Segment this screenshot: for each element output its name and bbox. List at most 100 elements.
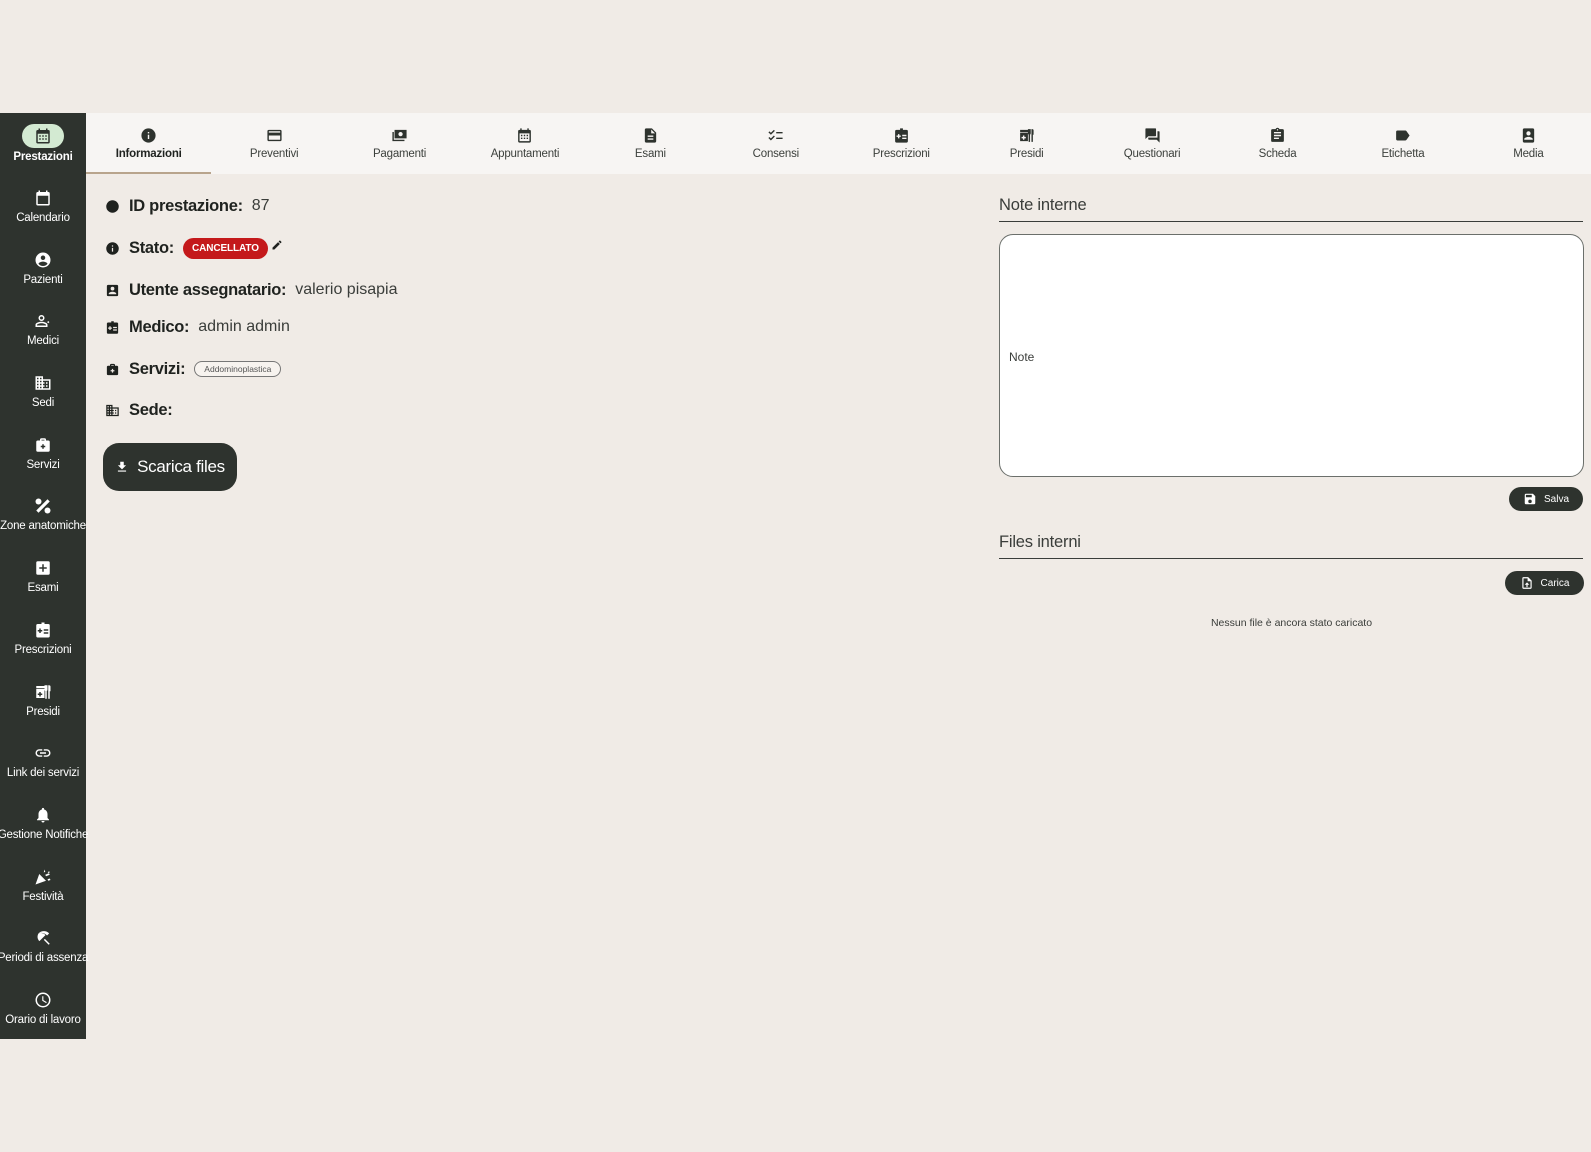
tab-label: Preventivi — [249, 148, 299, 160]
sede-label: Sede: — [129, 400, 173, 419]
id-row: ID prestazione: 87 — [104, 195, 270, 217]
stato-row: Stato: CANCELLATO — [104, 237, 283, 259]
sidebar-item-pazienti[interactable]: Pazienti — [0, 236, 86, 298]
servizi-label: Servizi: — [129, 359, 186, 378]
tab-label: Informazioni — [115, 148, 182, 160]
sidebar-item-link-servizi[interactable]: Link dei servizi — [0, 730, 86, 792]
sidebar-item-label: Periodi di assenza — [0, 952, 89, 965]
body-zones-icon — [32, 495, 54, 517]
notes-textarea[interactable]: Note — [999, 234, 1584, 477]
bell-icon — [32, 804, 54, 826]
sidebar-item-label: Gestione Notifiche — [0, 828, 89, 841]
sidebar-item-label: Zone anatomiche — [0, 520, 86, 533]
sidebar-item-esami[interactable]: Esami — [0, 545, 86, 607]
tab-label: Questionari — [1123, 148, 1181, 160]
tab-informazioni[interactable]: Informazioni — [86, 113, 212, 174]
sidebar-item-gestione-notifiche[interactable]: Gestione Notifiche — [0, 792, 89, 854]
tab-prescrizioni[interactable]: Prescrizioni — [839, 113, 964, 174]
tab-label: Prescrizioni — [872, 148, 930, 160]
medico-value: admin admin — [198, 318, 290, 335]
sidebar-item-prescrizioni[interactable]: Prescrizioni — [0, 607, 86, 669]
sidebar-item-label: Prescrizioni — [14, 643, 72, 656]
tab-label: Consensi — [752, 148, 800, 160]
info-icon — [141, 128, 156, 143]
id-label: ID prestazione: — [129, 196, 243, 215]
sidebar-item-sedi[interactable]: Sedi — [0, 360, 86, 422]
account-circle-icon — [32, 249, 54, 271]
servizi-row: Servizi: Addominoplastica — [104, 358, 282, 380]
label-icon — [1396, 130, 1411, 141]
save-button[interactable]: Salva — [1509, 487, 1583, 511]
sidebar-item-label: Pazienti — [23, 273, 63, 286]
sidebar-item-festivita[interactable]: Festività — [0, 853, 86, 915]
building-icon — [104, 402, 120, 418]
tab-label: Scheda — [1258, 148, 1297, 160]
sidebar-item-label: Servizi — [26, 458, 60, 471]
sidebar-item-calendario[interactable]: Calendario — [0, 175, 86, 237]
checklist-icon — [768, 129, 783, 141]
sede-row: Sede: — [104, 399, 181, 421]
sidebar-item-label: Calendario — [16, 212, 70, 225]
sidebar-item-presidi[interactable]: Presidi — [0, 668, 86, 730]
tab-questionari[interactable]: Questionari — [1089, 113, 1214, 174]
medical-supplies-icon — [32, 681, 54, 703]
tab-preventivi[interactable]: Preventivi — [211, 113, 336, 174]
medical-bag-icon — [104, 361, 120, 377]
tab-esami[interactable]: Esami — [588, 113, 713, 174]
prescription-icon — [894, 128, 908, 143]
tab-pagamenti[interactable]: Pagamenti — [337, 113, 462, 174]
sidebar-item-label: Prestazioni — [13, 151, 73, 164]
utente-row: Utente assegnatario: valerio pisapia — [104, 279, 398, 301]
medico-row: Medico: admin admin — [104, 316, 290, 338]
document-icon — [644, 128, 657, 143]
sidebar-item-zone-anatomiche[interactable]: Zone anatomiche — [0, 483, 86, 545]
notes-placeholder: Note — [1009, 350, 1035, 364]
prescription-icon — [32, 619, 54, 641]
sidebar-item-servizi[interactable]: Servizi — [0, 421, 86, 483]
building-icon — [32, 372, 54, 394]
save-label: Salva — [1543, 493, 1569, 505]
sidebar-item-label: Sedi — [31, 397, 55, 410]
tab-label: Media — [1513, 148, 1544, 160]
prescription-icon — [104, 319, 120, 335]
tab-label: Pagamenti — [372, 148, 427, 160]
tab-etichetta[interactable]: Etichetta — [1340, 113, 1465, 174]
tab-consensi[interactable]: Consensi — [713, 113, 838, 174]
account-box-icon — [104, 282, 120, 298]
sidebar-item-periodi-assenza[interactable]: Periodi di assenza — [0, 915, 89, 977]
download-files-button[interactable]: Scarica files — [103, 443, 237, 491]
sidebar-item-label: Link dei servizi — [6, 767, 80, 780]
circle-icon — [104, 198, 120, 214]
tab-label: Esami — [634, 148, 666, 160]
medical-bag-icon — [32, 434, 54, 456]
tab-presidi[interactable]: Presidi — [964, 113, 1089, 174]
pencil-icon[interactable] — [271, 238, 283, 250]
utente-value: valerio pisapia — [295, 281, 398, 298]
beach-umbrella-icon — [32, 927, 54, 949]
tab-label: Appuntamenti — [490, 148, 560, 160]
medical-supplies-icon — [1020, 129, 1034, 142]
sidebar-item-medici[interactable]: Medici — [0, 298, 86, 360]
clock-icon — [32, 989, 54, 1011]
sidebar-item-prestazioni[interactable]: Prestazioni — [0, 113, 86, 175]
sidebar-item-label: Orario di lavoro — [5, 1013, 81, 1026]
sidebar: Prestazioni Calendario Pazienti Medici S… — [0, 113, 89, 1039]
tab-scheda[interactable]: Scheda — [1215, 113, 1340, 174]
sidebar-item-label: Presidi — [26, 705, 60, 718]
files-title: Files interni — [999, 533, 1583, 559]
empty-files-message: Nessun file è ancora stato caricato — [1210, 617, 1373, 629]
link-icon — [32, 742, 54, 764]
sidebar-item-label: Festività — [22, 890, 64, 903]
media-icon — [1522, 128, 1535, 143]
tab-media[interactable]: Media — [1466, 113, 1591, 174]
cash-icon — [392, 129, 407, 142]
calendar-icon — [518, 128, 532, 143]
sidebar-item-orario-lavoro[interactable]: Orario di lavoro — [0, 977, 86, 1039]
info-icon — [104, 240, 120, 256]
sidebar-item-label: Medici — [26, 335, 60, 348]
tab-label: Etichetta — [1381, 148, 1425, 160]
tab-appuntamenti[interactable]: Appuntamenti — [462, 113, 587, 174]
calendar-icon — [22, 124, 64, 149]
floppy-disk-icon — [1524, 493, 1536, 505]
upload-button[interactable]: Carica — [1505, 571, 1584, 595]
